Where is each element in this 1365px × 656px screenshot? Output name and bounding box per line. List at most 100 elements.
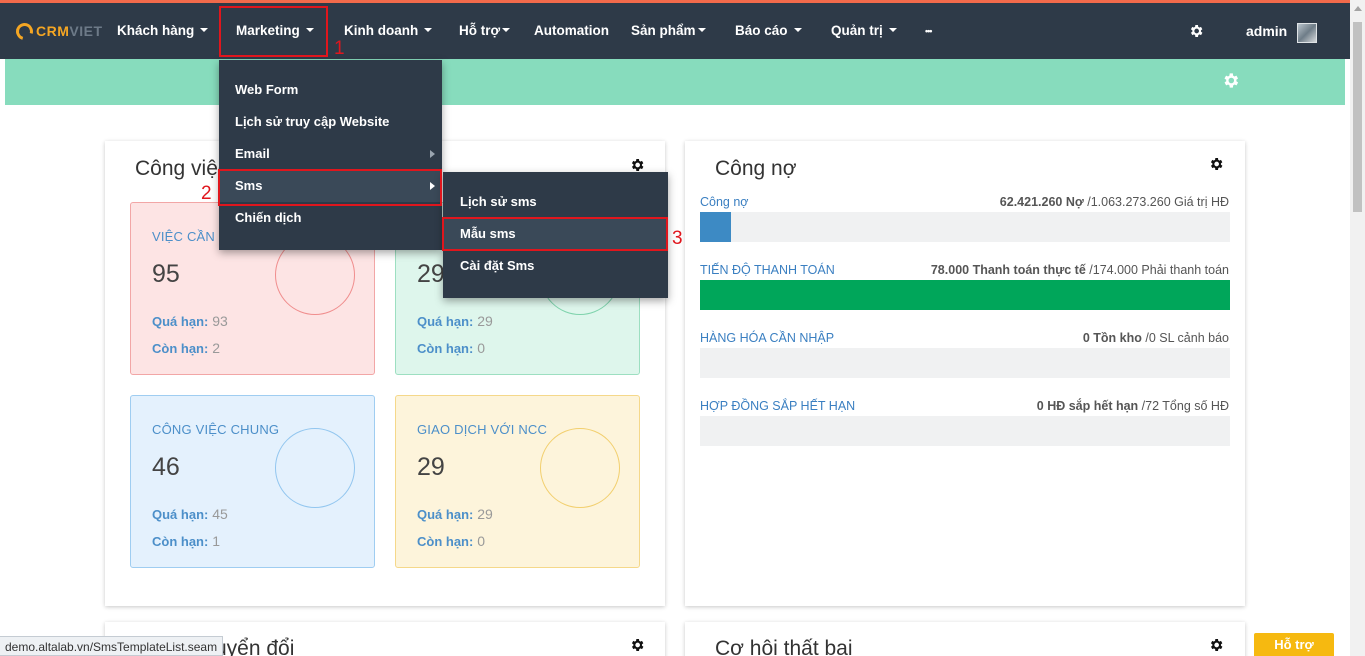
caret-down-icon xyxy=(793,28,802,33)
debt-row-value: 78.000 xyxy=(930,263,970,277)
overdue-label: Quá hạn: xyxy=(417,507,474,522)
annotation-box-3 xyxy=(442,217,668,251)
user-menu[interactable]: admin xyxy=(1246,3,1287,59)
nav-automation[interactable]: Automation xyxy=(534,3,609,59)
menu-item-campaign[interactable]: Chiến dịch xyxy=(219,202,442,234)
overdue-label: Quá hạn: xyxy=(152,507,209,522)
debt-row-value: 62.421.260 xyxy=(999,195,1063,209)
nav-ho-tro[interactable]: Hỗ trợ xyxy=(459,3,511,59)
marketing-dropdown: Web Form Lịch sử truy cập Website Email … xyxy=(219,60,442,250)
help-button[interactable]: Hỗ trợ xyxy=(1254,633,1334,656)
annotation-number-1: 1 xyxy=(334,38,345,59)
submenu-item-sms-history[interactable]: Lịch sử sms xyxy=(443,186,668,218)
overdue-value: 29 xyxy=(477,313,493,329)
debt-progress-fill xyxy=(700,280,1230,310)
debt-progress-bar xyxy=(700,416,1230,446)
remaining-label: Còn hạn: xyxy=(417,534,474,549)
debt-row-label[interactable]: HÀNG HÓA CẦN NHẬP xyxy=(700,331,834,345)
kpi-remaining: Còn hạn: 1 xyxy=(152,533,220,549)
annotation-box-2 xyxy=(218,169,442,206)
annotation-number-2: 2 xyxy=(201,183,212,204)
annotation-number-3: 3 xyxy=(672,228,683,249)
user-avatar[interactable] xyxy=(1297,23,1317,43)
debt-row-total: /1.063.273.260 Giá trị HĐ xyxy=(1087,195,1229,209)
nav-label: Khách hàng xyxy=(117,23,195,38)
debt-progress-bar xyxy=(700,280,1230,310)
nav-label: Automation xyxy=(534,23,609,38)
conversion-panel-title: uyển đổi xyxy=(215,637,295,656)
menu-item-website-history[interactable]: Lịch sử truy cập Website xyxy=(219,106,442,138)
remaining-label: Còn hạn: xyxy=(417,341,474,356)
kpi-label: CÔNG VIỆC CHUNG xyxy=(152,422,280,437)
kpi-value: 95 xyxy=(152,260,180,288)
kpi-value: 29 xyxy=(417,453,445,481)
nav-label: Hỗ trợ xyxy=(459,23,501,38)
overdue-value: 45 xyxy=(212,506,228,522)
kpi-card-cong-viec-chung[interactable]: CÔNG VIỆC CHUNG 46 Quá hạn: 45 Còn hạn: … xyxy=(130,395,375,568)
kpi-overdue: Quá hạn: 45 xyxy=(152,506,228,522)
menu-item-label: Email xyxy=(235,146,270,161)
logo-ring-icon xyxy=(12,19,37,43)
caret-down-icon xyxy=(888,28,897,33)
submenu-item-sms-settings[interactable]: Cài đặt Sms xyxy=(443,250,668,282)
caret-down-icon xyxy=(697,28,706,33)
kpi-overdue: Quá hạn: 29 xyxy=(417,313,493,329)
overdue-label: Quá hạn: xyxy=(152,314,209,329)
menu-item-email[interactable]: Email xyxy=(219,138,442,170)
menu-item-web-form[interactable]: Web Form xyxy=(219,74,442,106)
debt-row-label[interactable]: Công nợ xyxy=(700,195,749,209)
scroll-up-arrow-icon[interactable] xyxy=(1354,6,1362,11)
remaining-label: Còn hạn: xyxy=(152,534,209,549)
strip-gear-icon[interactable] xyxy=(1221,71,1240,95)
nav-bao-cao[interactable]: Báo cáo xyxy=(735,3,802,59)
nav-label: Quản trị xyxy=(831,23,883,38)
kpi-value: 46 xyxy=(152,453,180,481)
menu-item-label: Lịch sử truy cập Website xyxy=(235,114,390,129)
conversion-panel-gear-icon[interactable] xyxy=(629,637,645,656)
crmviet-logo[interactable]: CRM VIET xyxy=(12,19,103,43)
debt-row-value: 0 xyxy=(1082,331,1090,345)
submenu-arrow-icon xyxy=(430,150,435,158)
lost-opportunity-panel-title: Cơ hội thất bại xyxy=(715,637,853,656)
lost-opportunity-gear-icon[interactable] xyxy=(1208,637,1224,656)
annotation-box-1 xyxy=(219,6,328,57)
debt-row-total: /0 SL cảnh báo xyxy=(1145,331,1229,345)
page-scrollbar[interactable] xyxy=(1350,0,1365,656)
scrollbar-thumb[interactable] xyxy=(1353,22,1362,212)
nav-more[interactable]: ••• xyxy=(925,3,933,59)
top-navbar: CRM VIET Khách hàng Marketing Kinh doanh … xyxy=(0,3,1350,59)
debt-row-summary: 0 HĐ sắp hết hạn /72 Tổng số HĐ xyxy=(1037,399,1229,413)
kpi-ring xyxy=(540,428,620,508)
debt-panel-title: Công nợ xyxy=(715,157,797,180)
nav-khach-hang[interactable]: Khách hàng xyxy=(117,3,209,59)
debt-progress-bar xyxy=(700,348,1230,378)
caret-down-icon xyxy=(200,28,209,33)
nav-quan-tri[interactable]: Quản trị xyxy=(831,3,897,59)
remaining-value: 0 xyxy=(477,533,486,549)
nav-label: Báo cáo xyxy=(735,23,788,38)
remaining-value: 2 xyxy=(212,340,221,356)
nav-san-pham[interactable]: Sản phẩm xyxy=(631,3,706,59)
settings-gear-icon[interactable] xyxy=(1188,23,1204,44)
kpi-remaining: Còn hạn: 0 xyxy=(417,533,485,549)
nav-kinh-doanh[interactable]: Kinh doanh xyxy=(344,3,433,59)
caret-down-icon xyxy=(424,28,433,33)
overdue-value: 93 xyxy=(212,313,228,329)
debt-row-total: /174.000 Phải thanh toán xyxy=(1089,263,1229,277)
menu-item-label: Web Form xyxy=(235,82,299,97)
menu-item-label: Cài đặt Sms xyxy=(460,258,535,273)
debt-panel-gear-icon[interactable] xyxy=(1208,156,1224,177)
kpi-card-giao-dich-ncc[interactable]: GIAO DỊCH VỚI NCC 29 Quá hạn: 29 Còn hạn… xyxy=(395,395,640,568)
debt-row-label[interactable]: HỢP ĐỒNG SẮP HẾT HẠN xyxy=(700,399,855,413)
logo-text-crm: CRM xyxy=(36,23,70,39)
overdue-label: Quá hạn: xyxy=(417,314,474,329)
debt-row-label[interactable]: TIẾN ĐỘ THANH TOÁN xyxy=(700,263,835,277)
menu-item-label: Chiến dịch xyxy=(235,210,302,225)
debt-row-value-label: Nợ xyxy=(1065,195,1084,209)
remaining-value: 1 xyxy=(212,533,221,549)
debt-row-value-label: HĐ sắp hết hạn xyxy=(1047,399,1139,413)
debt-row-summary: 62.421.260 Nợ /1.063.273.260 Giá trị HĐ xyxy=(1000,195,1229,209)
debt-row-total: /72 Tổng số HĐ xyxy=(1141,399,1229,413)
debt-row-summary: 78.000 Thanh toán thực tế /174.000 Phải … xyxy=(931,263,1229,277)
logo-text-viet: VIET xyxy=(69,23,103,39)
